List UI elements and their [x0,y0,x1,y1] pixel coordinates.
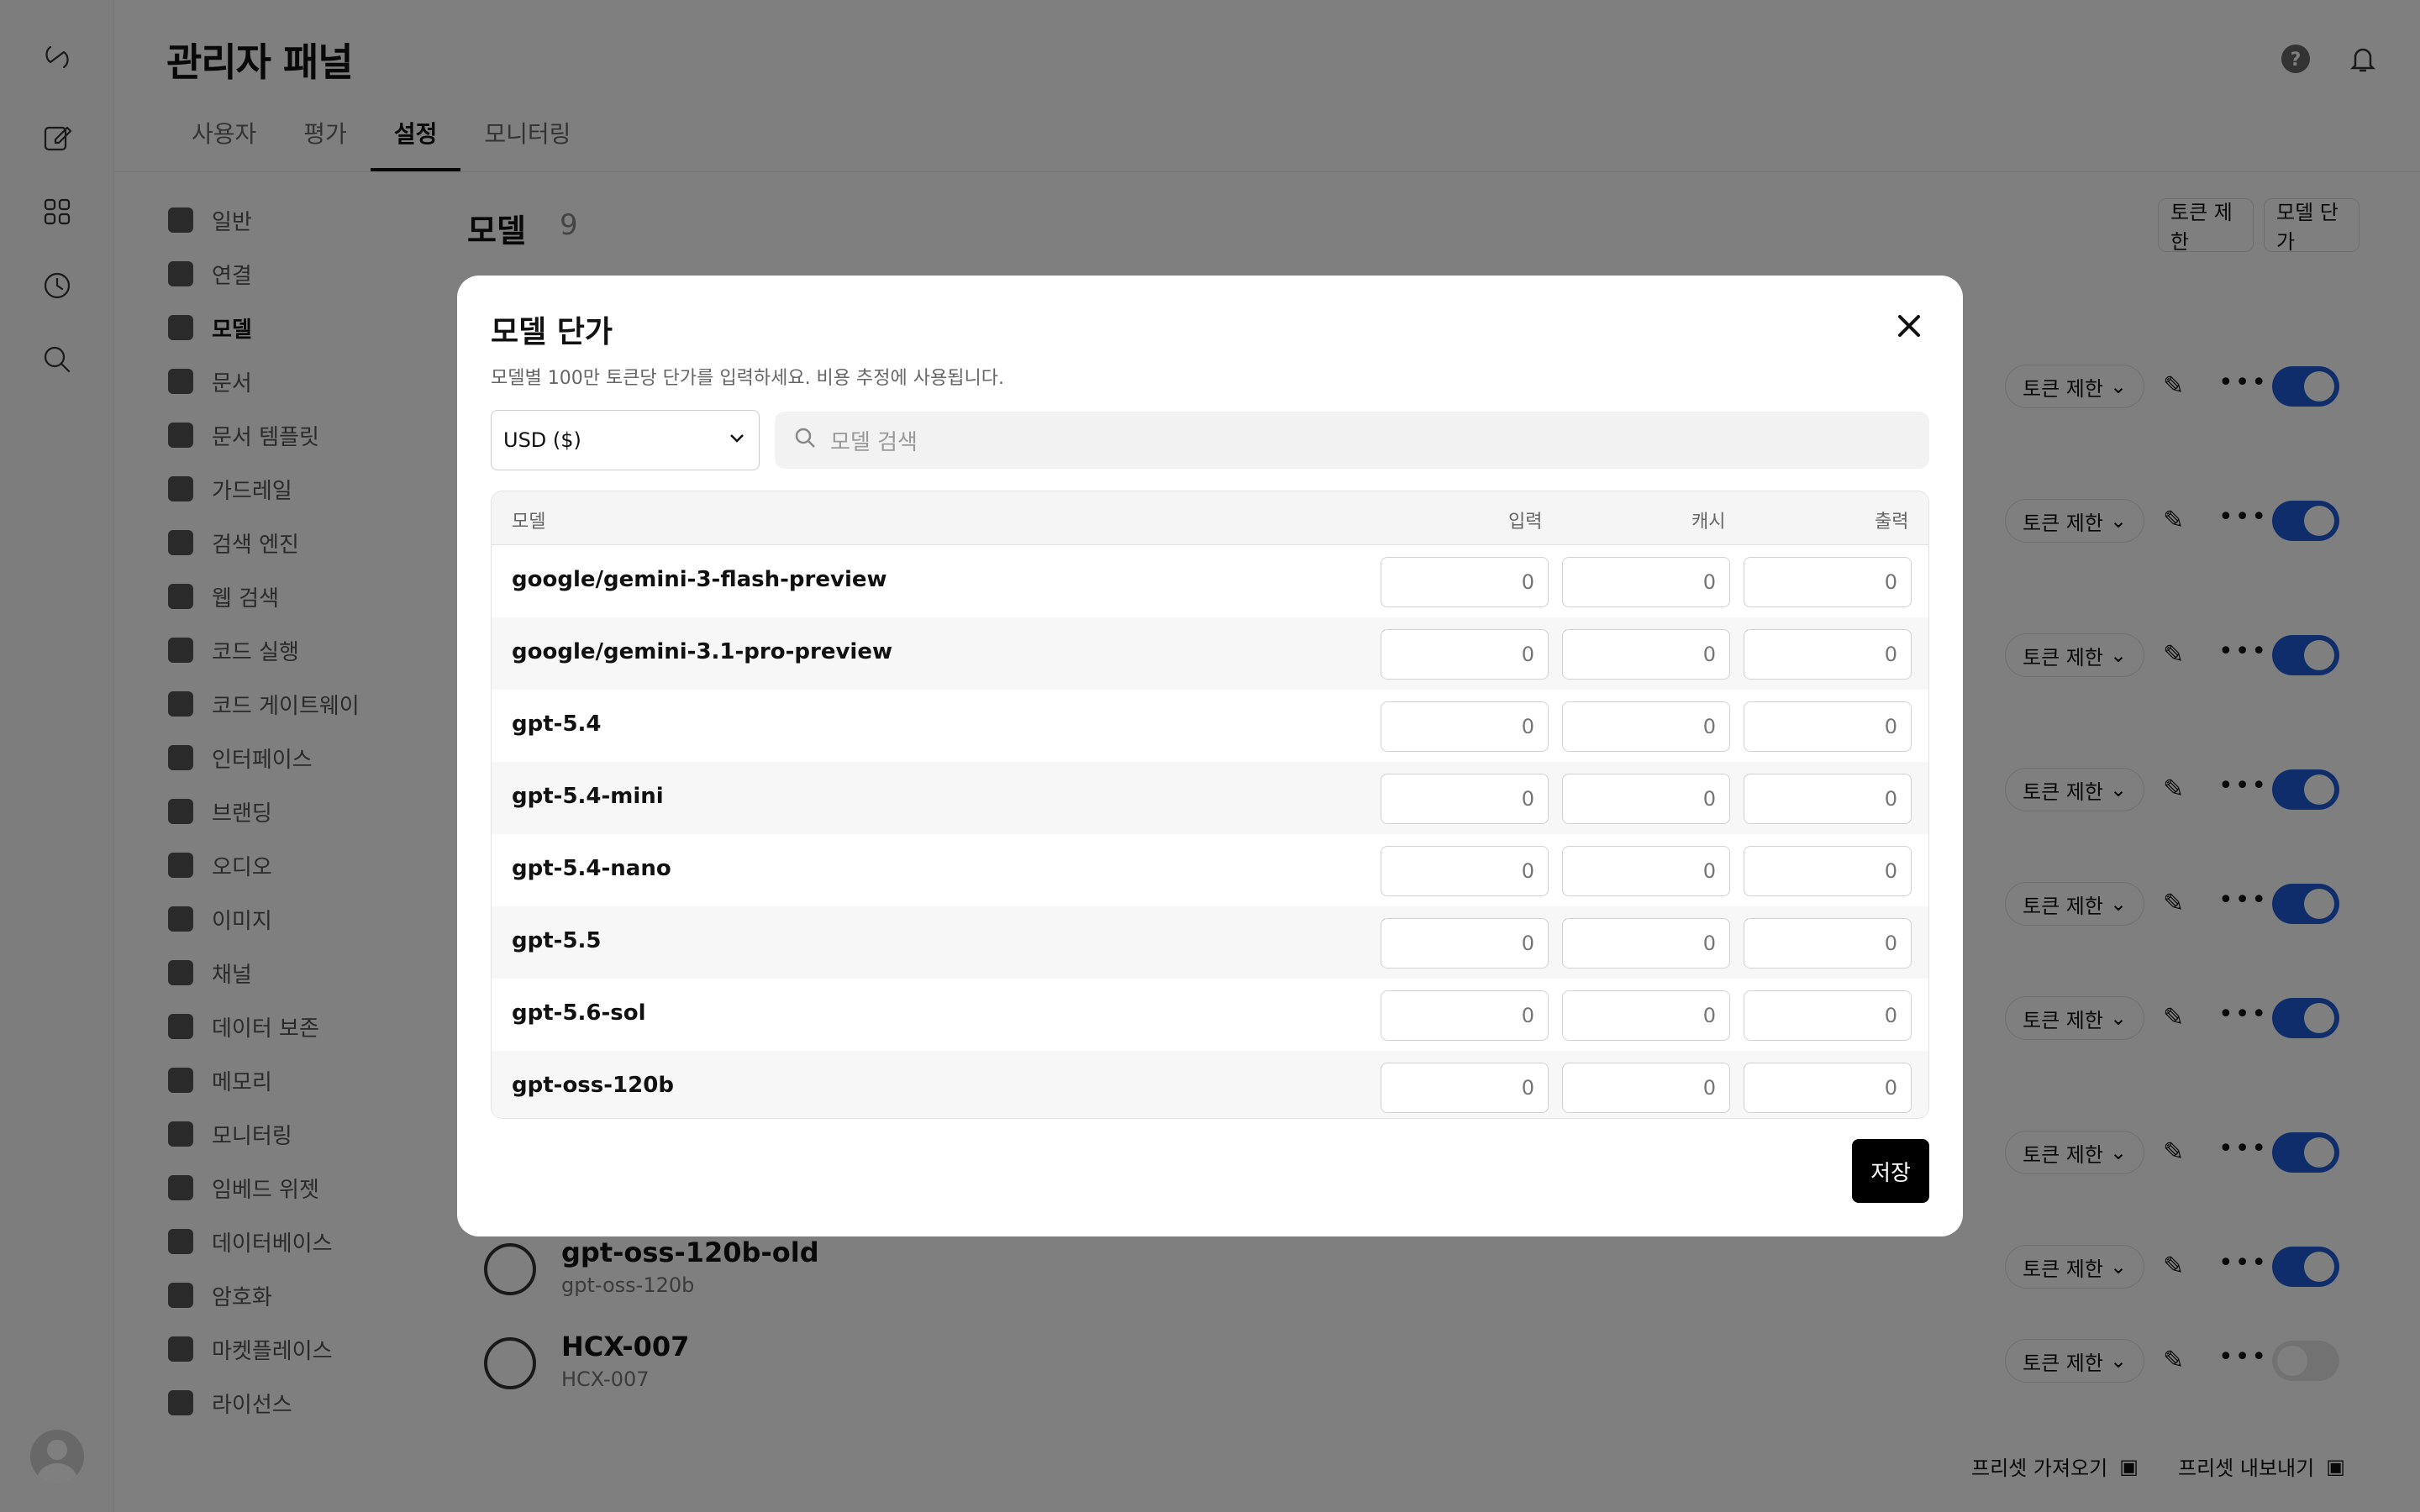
search-icon [793,426,817,455]
input-price-field[interactable] [1381,557,1549,607]
modal-title: 모델 단가 [491,315,613,349]
input-price-field[interactable] [1381,1063,1549,1113]
search-placeholder: 모델 검색 [830,429,918,455]
output-price-field[interactable] [1744,557,1912,607]
table-row: gpt-oss-120b [492,1051,1928,1118]
output-price-field[interactable] [1744,846,1912,896]
cache-price-field[interactable] [1562,846,1730,896]
input-price-field[interactable] [1381,629,1549,680]
output-price-field[interactable] [1744,701,1912,752]
output-price-field[interactable] [1744,918,1912,969]
model-search-input[interactable]: 모델 검색 [775,412,1929,469]
col-output: 출력 [1875,512,1909,533]
save-button[interactable]: 저장 [1852,1139,1929,1203]
input-price-field[interactable] [1381,990,1549,1041]
output-price-field[interactable] [1744,774,1912,824]
model-name-cell: gpt-5.4-nano [512,856,671,881]
chevron-down-icon [727,428,747,453]
table-row: google/gemini-3.1-pro-preview [492,617,1928,690]
table-row: google/gemini-3-flash-preview [492,545,1928,617]
table-row: gpt-5.4-mini [492,762,1928,834]
close-icon[interactable] [1889,306,1929,346]
output-price-field[interactable] [1744,1063,1912,1113]
cache-price-field[interactable] [1562,774,1730,824]
cache-price-field[interactable] [1562,918,1730,969]
input-price-field[interactable] [1381,701,1549,752]
table-row: gpt-5.4-nano [492,834,1928,906]
modal-description: 모델별 100만 토큰당 단가를 입력하세요. 비용 추정에 사용됩니다. [491,368,1004,389]
model-name-cell: gpt-5.5 [512,928,602,953]
table-row: gpt-5.5 [492,906,1928,979]
output-price-field[interactable] [1744,629,1912,680]
price-table-body: google/gemini-3-flash-preview google/gemi… [492,545,1928,1118]
cache-price-field[interactable] [1562,629,1730,680]
currency-select[interactable]: USD ($) [491,410,760,470]
currency-value: USD ($) [503,428,581,452]
model-name-cell: gpt-5.4 [512,711,602,737]
model-name-cell: google/gemini-3.1-pro-preview [512,639,892,664]
col-cache: 캐시 [1691,512,1726,533]
table-row: gpt-5.6-sol [492,979,1928,1051]
cache-price-field[interactable] [1562,990,1730,1041]
cache-price-field[interactable] [1562,1063,1730,1113]
input-price-field[interactable] [1381,774,1549,824]
cache-price-field[interactable] [1562,557,1730,607]
app: 관리자 패널 ? 사용자 평가 설정 모니터링 일반연결모델문서문서 템플릿가드… [0,0,2420,1512]
model-name-cell: gpt-5.6-sol [512,1000,646,1026]
input-price-field[interactable] [1381,918,1549,969]
model-price-modal: 모델 단가 모델별 100만 토큰당 단가를 입력하세요. 비용 추정에 사용됩… [457,276,1963,1236]
cache-price-field[interactable] [1562,701,1730,752]
table-row: gpt-5.4 [492,690,1928,762]
model-name-cell: google/gemini-3-flash-preview [512,567,887,592]
output-price-field[interactable] [1744,990,1912,1041]
model-name-cell: gpt-5.4-mini [512,784,664,809]
price-table-header: 모델 입력 캐시 출력 [492,491,1928,545]
price-table: 모델 입력 캐시 출력 google/gemini-3-flash-previe… [491,491,1929,1119]
model-name-cell: gpt-oss-120b [512,1073,674,1098]
col-model: 모델 [512,512,546,533]
input-price-field[interactable] [1381,846,1549,896]
col-input: 입력 [1508,512,1543,533]
